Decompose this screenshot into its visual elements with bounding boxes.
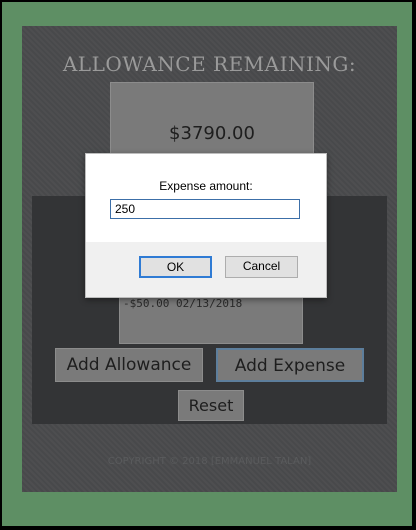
expense-prompt-dialog: Expense amount: OK Cancel	[85, 153, 327, 298]
history-item: -$50.00 02/13/2018	[123, 297, 243, 310]
expense-amount-label: Expense amount:	[159, 179, 253, 193]
add-allowance-button[interactable]: Add Allowance	[55, 348, 203, 382]
cancel-button[interactable]: Cancel	[225, 256, 298, 278]
ok-button[interactable]: OK	[139, 256, 212, 278]
dialog-body: Expense amount:	[86, 154, 326, 242]
add-expense-button[interactable]: Add Expense	[216, 348, 364, 382]
page-title: ALLOWANCE REMAINING:	[62, 52, 357, 76]
expense-amount-input[interactable]	[110, 199, 300, 219]
reset-button[interactable]: Reset	[178, 390, 244, 421]
copyright-text: COPYRIGHT © 2018 [EMMANUEL TALAN]	[107, 456, 312, 467]
balance-amount: $3790.00	[169, 123, 255, 144]
